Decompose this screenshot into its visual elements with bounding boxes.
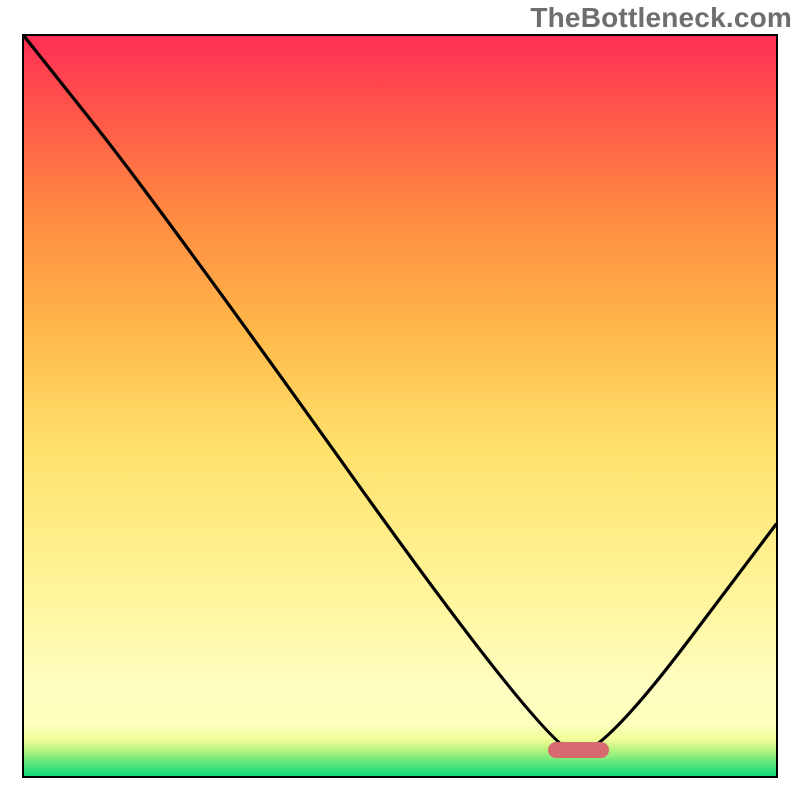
watermark-text: TheBottleneck.com [530, 2, 792, 34]
plot-area [22, 34, 778, 778]
figure-container: TheBottleneck.com [0, 0, 800, 800]
optimum-marker [548, 742, 609, 758]
gradient-background [24, 36, 776, 776]
